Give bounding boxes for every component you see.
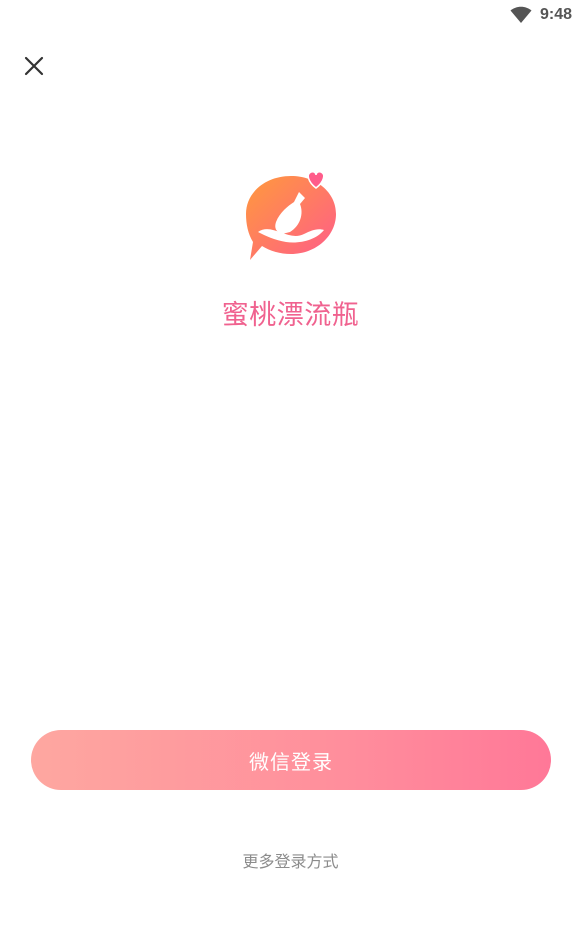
more-login-options-link[interactable]: 更多登录方式 xyxy=(0,848,581,872)
wifi-icon xyxy=(510,6,532,23)
wechat-login-button[interactable]: 微信登录 xyxy=(31,730,551,790)
app-name: 蜜桃漂流瓶 xyxy=(221,300,360,331)
status-time: 9:48 xyxy=(539,6,572,23)
close-icon xyxy=(24,56,44,76)
app-logo xyxy=(246,171,336,260)
close-button[interactable] xyxy=(18,50,50,82)
status-bar: 9:48 xyxy=(510,0,581,30)
